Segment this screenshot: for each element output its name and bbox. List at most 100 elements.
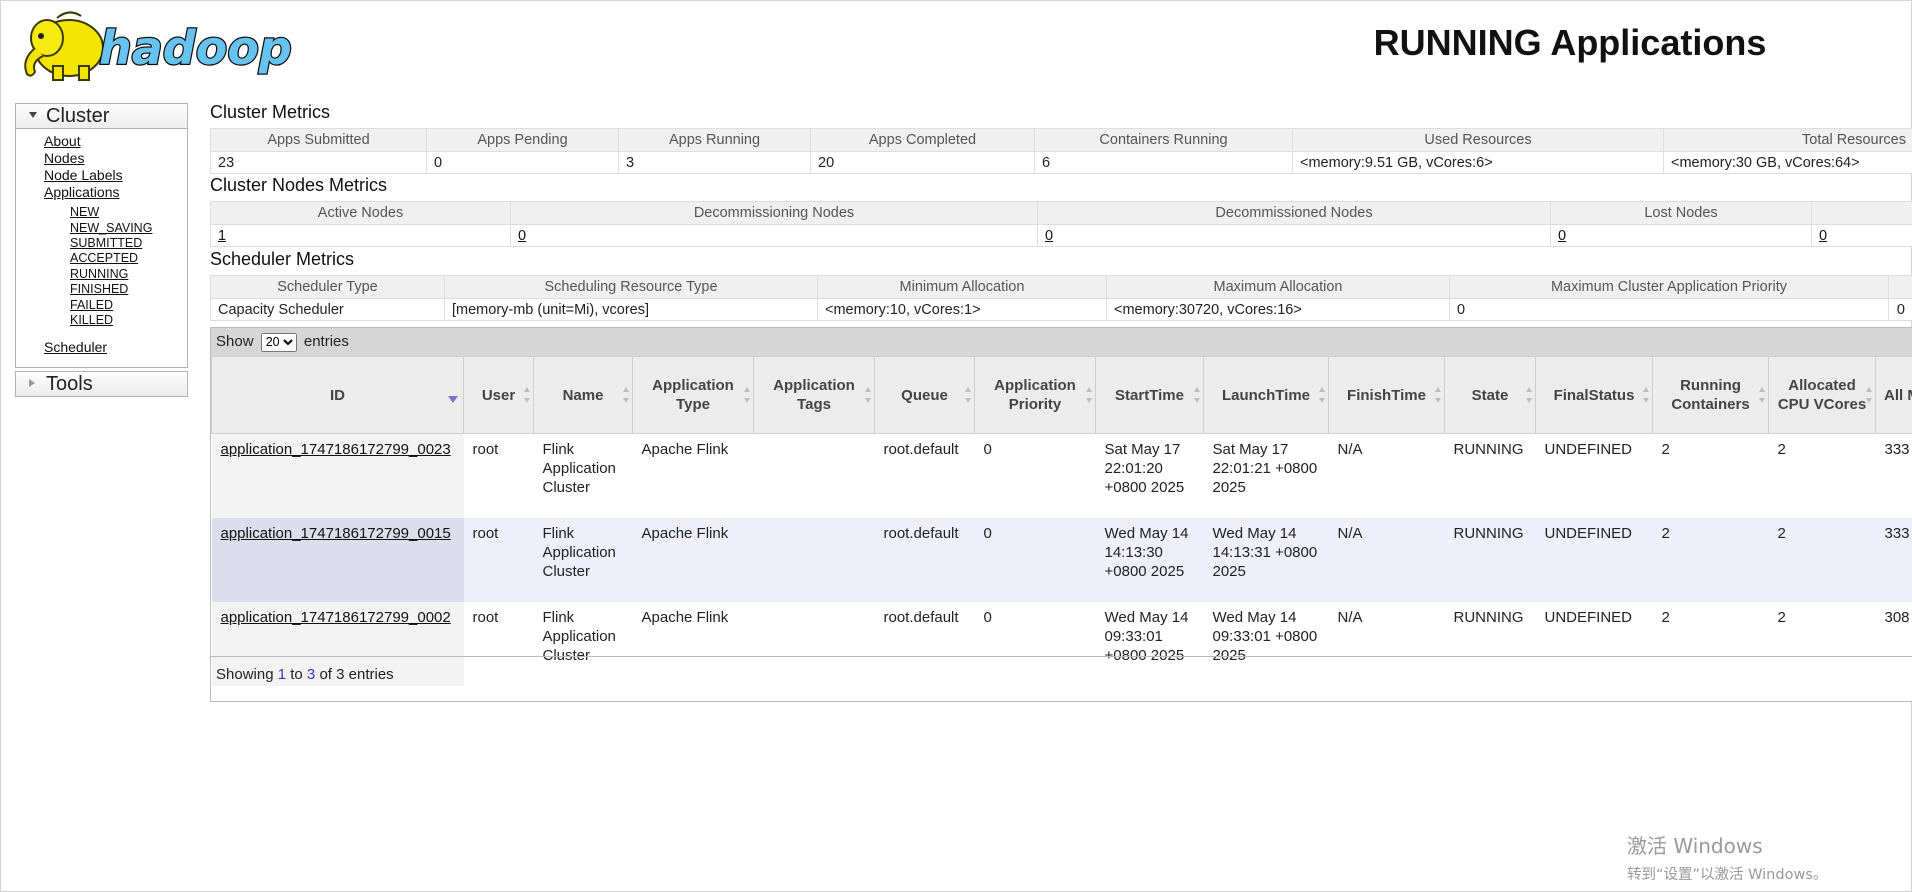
column-header-name[interactable]: Name <box>533 356 633 434</box>
decommissioned-nodes-link[interactable]: 0 <box>1045 228 1053 244</box>
watermark-subtitle: 转到“设置”以激活 Windows。 <box>1627 867 1828 883</box>
metric-value: [memory-mb (unit=Mi), vcores] <box>444 298 818 321</box>
sort-icon <box>1866 387 1872 403</box>
metric-value: 3 <box>618 151 811 174</box>
nav-link-about[interactable]: About <box>44 133 81 149</box>
cluster-nav-title: Cluster <box>46 105 110 127</box>
metric-header: Total Resources <box>1663 128 1912 152</box>
cell-starttime: Sat May 17 22:01:20 +0800 2025 <box>1095 433 1204 518</box>
cell-running-containers: 2 <box>1652 433 1769 518</box>
nav-link-state-running[interactable]: RUNNING <box>70 267 128 281</box>
sort-icon <box>1194 387 1200 403</box>
sort-icon <box>1759 387 1765 403</box>
metric-value: <memory:30 GB, vCores:64> <box>1663 151 1912 174</box>
metric-value: Capacity Scheduler <box>210 298 445 321</box>
metric-header: Used Resources <box>1292 128 1664 152</box>
sort-desc-icon <box>448 396 458 403</box>
column-header-application-priority[interactable]: Application Priority <box>974 356 1096 434</box>
cell-launchtime: Wed May 14 14:13:31 +0800 2025 <box>1203 518 1329 602</box>
cell-tags <box>753 518 875 602</box>
metric-value: 23 <box>210 151 427 174</box>
collapse-triangle-icon <box>29 112 37 118</box>
cell-state: RUNNING <box>1444 433 1536 518</box>
sort-icon <box>524 387 530 403</box>
nav-link-nodes[interactable]: Nodes <box>44 150 84 166</box>
cluster-nav-header[interactable]: Cluster <box>16 104 187 129</box>
cell-finalstatus: UNDEFINED <box>1535 518 1653 602</box>
nav-link-scheduler[interactable]: Scheduler <box>44 339 107 355</box>
unhealthy-nodes-link[interactable]: 0 <box>1819 228 1827 244</box>
metric-value: 6 <box>1034 151 1293 174</box>
cell-queue: root.default <box>874 518 975 602</box>
metric-value: 0 <box>1888 298 1912 321</box>
sort-icon <box>1086 387 1092 403</box>
column-header-application-type[interactable]: Application Type <box>632 356 754 434</box>
column-header-starttime[interactable]: StartTime <box>1095 356 1204 434</box>
hadoop-wordmark: hadoop <box>99 21 292 75</box>
metric-header: Apps Completed <box>810 128 1035 152</box>
column-header-queue[interactable]: Queue <box>874 356 975 434</box>
page-size-select[interactable]: 20 <box>260 332 297 352</box>
column-header-allocated-memory[interactable]: All M <box>1875 356 1912 434</box>
cell-running-containers: 2 <box>1652 518 1769 602</box>
nav-link-state-failed[interactable]: FAILED <box>70 298 113 312</box>
column-header-allocated-cpu-vcores[interactable]: Allocated CPU VCores <box>1768 356 1876 434</box>
cell-allocated-vcores: 2 <box>1768 433 1876 518</box>
windows-activation-watermark: 激活 Windows 转到“设置”以激活 Windows。 <box>1627 830 1827 884</box>
application-id-link[interactable]: application_1747186172799_0023 <box>221 441 451 458</box>
metric-header: Maximum Cluster Application Priority <box>1449 275 1889 299</box>
nav-link-state-accepted[interactable]: ACCEPTED <box>70 251 138 265</box>
metric-header: Apps Pending <box>426 128 619 152</box>
column-header-finishtime[interactable]: FinishTime <box>1328 356 1445 434</box>
metric-header: Apps Running <box>618 128 811 152</box>
expand-triangle-icon <box>29 379 35 387</box>
column-header-finalstatus[interactable]: FinalStatus <box>1535 356 1653 434</box>
sort-icon <box>1643 387 1649 403</box>
metric-header: Scheduler Type <box>210 275 445 299</box>
sort-icon <box>1319 387 1325 403</box>
metric-value: 0 <box>1449 298 1889 321</box>
metric-header: Scheduling Resource Type <box>444 275 818 299</box>
decommissioning-nodes-link[interactable]: 0 <box>518 228 526 244</box>
cluster-metrics-table: Apps Submitted Apps Pending Apps Running… <box>210 128 1912 174</box>
cell-type: Apache Flink <box>632 518 754 602</box>
nav-link-state-new[interactable]: NEW <box>70 205 99 219</box>
nav-link-state-new-saving[interactable]: NEW_SAVING <box>70 221 152 235</box>
cell-state: RUNNING <box>1444 518 1536 602</box>
table-row: application_1747186172799_0015 root Flin… <box>211 518 1912 602</box>
watermark-title: 激活 Windows <box>1627 834 1763 858</box>
metric-header: Apps Submitted <box>210 128 427 152</box>
column-header-state[interactable]: State <box>1444 356 1536 434</box>
column-header-launchtime[interactable]: LaunchTime <box>1203 356 1329 434</box>
active-nodes-link[interactable]: 1 <box>218 228 226 244</box>
metric-value: <memory:10, vCores:1> <box>817 298 1107 321</box>
nav-link-state-killed[interactable]: KILLED <box>70 313 113 327</box>
metric-value: 0 <box>426 151 619 174</box>
cell-finishtime: N/A <box>1328 518 1445 602</box>
lost-nodes-link[interactable]: 0 <box>1558 228 1566 244</box>
tools-nav-panel: Tools <box>15 371 188 397</box>
column-header-user[interactable]: User <box>463 356 534 434</box>
cell-allocated-vcores: 2 <box>1768 518 1876 602</box>
cell-priority: 0 <box>974 433 1096 518</box>
nav-link-node-labels[interactable]: Node Labels <box>44 167 123 183</box>
applications-table: ID User Name Application Type Applicatio… <box>211 356 1912 686</box>
column-header-running-containers[interactable]: Running Containers <box>1652 356 1769 434</box>
apps-length-toolbar: Show 20 entries <box>211 328 1912 356</box>
column-header-id[interactable]: ID <box>211 356 464 434</box>
hadoop-logo[interactable]: hadoop <box>17 8 317 82</box>
nav-link-state-finished[interactable]: FINISHED <box>70 282 128 296</box>
application-id-link[interactable]: application_1747186172799_0002 <box>221 609 451 626</box>
cell-finishtime: N/A <box>1328 433 1445 518</box>
column-header-application-tags[interactable]: Application Tags <box>753 356 875 434</box>
sort-icon <box>1435 387 1441 403</box>
nav-link-applications[interactable]: Applications <box>44 184 120 200</box>
application-id-link[interactable]: application_1747186172799_0015 <box>221 525 451 542</box>
nodes-metrics-table: Active Nodes Decommissioning Nodes Decom… <box>210 201 1912 247</box>
nodes-metrics-title: Cluster Nodes Metrics <box>210 175 388 195</box>
cell-priority: 0 <box>974 518 1096 602</box>
nav-link-state-submitted[interactable]: SUBMITTED <box>70 236 142 250</box>
cell-finalstatus: UNDEFINED <box>1535 433 1653 518</box>
scheduler-metrics-table: Scheduler Type Scheduling Resource Type … <box>210 275 1912 321</box>
tools-nav-header[interactable]: Tools <box>16 372 187 396</box>
